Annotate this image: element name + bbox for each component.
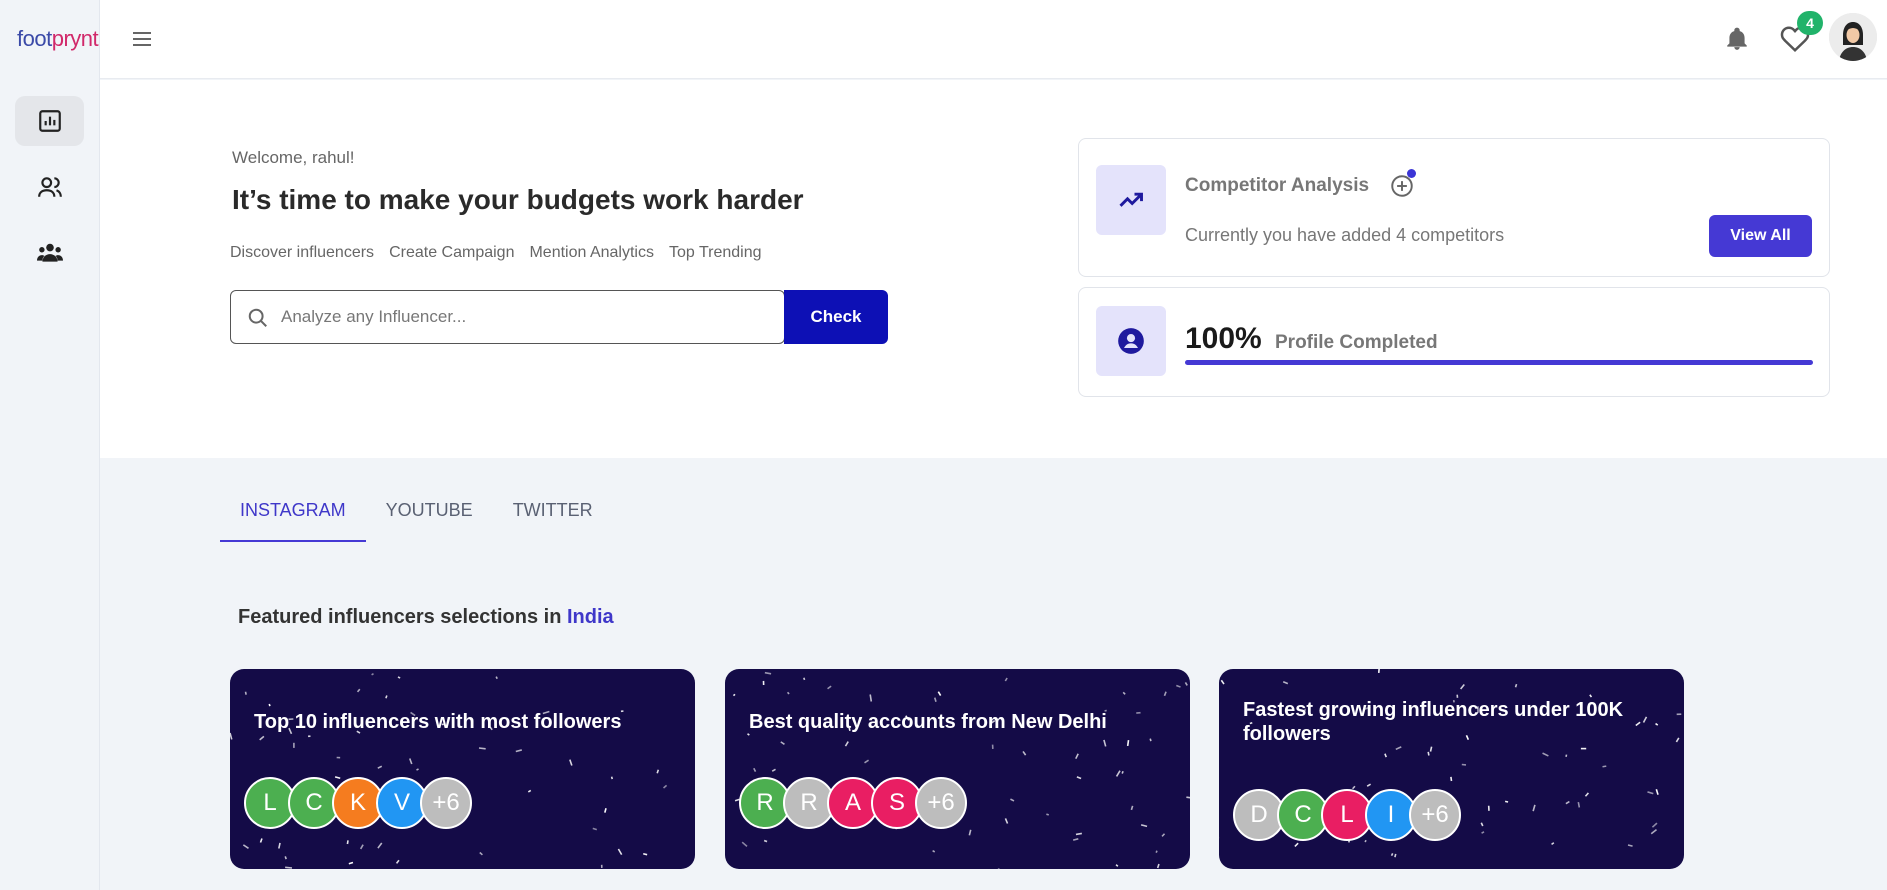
trending-up-icon [1119, 192, 1143, 207]
logo-part-1: foot [17, 26, 52, 51]
profile-completed-label: Profile Completed [1275, 332, 1438, 353]
avatar-stack: R R A S +6 [739, 777, 967, 829]
link-create-campaign[interactable]: Create Campaign [389, 244, 514, 262]
competitor-analysis-card: Competitor Analysis Currently you have a… [1078, 138, 1830, 277]
top-header: 4 [100, 0, 1887, 79]
featured-card-fastest-growing[interactable]: Fastest growing influencers under 100K f… [1219, 669, 1684, 869]
featured-card-new-delhi[interactable]: Best quality accounts from New Delhi R R… [725, 669, 1190, 869]
group-icon [36, 243, 63, 262]
sidebar-item-groups[interactable] [15, 228, 84, 278]
link-discover-influencers[interactable]: Discover influencers [230, 244, 374, 262]
avatar-stack: D C L I +6 [1233, 789, 1461, 841]
logo-part-2: prynt [51, 26, 99, 51]
footprynt-logo[interactable]: footprynt [17, 26, 99, 52]
featured-prefix: Featured influencers selections in [238, 606, 562, 628]
competitor-analysis-subtitle: Currently you have added 4 competitors [1185, 225, 1505, 245]
tab-twitter[interactable]: TWITTER [493, 490, 613, 542]
profile-progress-fill [1185, 360, 1813, 365]
profile-icon-box [1096, 306, 1166, 376]
avatar-stack: L C K V +6 [244, 777, 472, 829]
user-circle-icon [1118, 328, 1144, 354]
view-all-button[interactable]: View All [1709, 215, 1812, 257]
user-avatar[interactable] [1829, 13, 1877, 61]
new-indicator-dot [1407, 169, 1416, 178]
profile-percent: 100% [1185, 322, 1262, 355]
profile-progress-track [1185, 360, 1813, 365]
favorites-count-badge: 4 [1797, 11, 1823, 35]
page-headline: It’s time to make your budgets work hard… [232, 184, 804, 215]
tab-instagram[interactable]: INSTAGRAM [220, 490, 366, 542]
search-icon [248, 308, 267, 327]
bell-icon[interactable] [1724, 26, 1750, 52]
profile-completion-card: 100% Profile Completed [1078, 287, 1830, 397]
sidebar-item-dashboard[interactable] [15, 96, 84, 146]
avatar-image [1829, 13, 1877, 61]
more-influencers-count: +6 [915, 777, 967, 829]
competitor-icon-box [1096, 165, 1166, 235]
tab-youtube[interactable]: YOUTUBE [366, 490, 493, 542]
more-influencers-count: +6 [420, 777, 472, 829]
featured-card-title: Best quality accounts from New Delhi [749, 711, 1107, 733]
influencer-search-input[interactable] [281, 301, 771, 333]
influencer-search-box [230, 290, 785, 344]
featured-card-title: Top 10 influencers with most followers [254, 711, 622, 733]
check-button[interactable]: Check [784, 290, 888, 344]
featured-heading: Featured influencers selections in India [238, 606, 614, 629]
link-top-trending[interactable]: Top Trending [669, 244, 762, 262]
platform-tabs: INSTAGRAM YOUTUBE TWITTER [220, 490, 613, 542]
sidebar-item-influencers[interactable] [15, 162, 84, 212]
quick-links: Discover influencers Create Campaign Men… [230, 244, 762, 262]
hamburger-menu-icon[interactable] [130, 27, 154, 51]
users-icon [37, 177, 62, 197]
featured-card-top-followers[interactable]: Top 10 influencers with most followers L… [230, 669, 695, 869]
hero-section: Welcome, rahul! It’s time to make your b… [100, 80, 1887, 458]
competitor-analysis-title: Competitor Analysis [1185, 175, 1370, 196]
bar-chart-icon [38, 110, 61, 132]
sidebar: footprynt [0, 0, 100, 890]
sparkles-decoration [230, 673, 668, 869]
more-influencers-count: +6 [1409, 789, 1461, 841]
link-mention-analytics[interactable]: Mention Analytics [529, 244, 654, 262]
sparkles-decoration [732, 671, 1190, 869]
featured-card-title: Fastest growing influencers under 100K f… [1243, 699, 1624, 745]
featured-location[interactable]: India [567, 606, 614, 628]
welcome-text: Welcome, rahul! [232, 148, 355, 167]
